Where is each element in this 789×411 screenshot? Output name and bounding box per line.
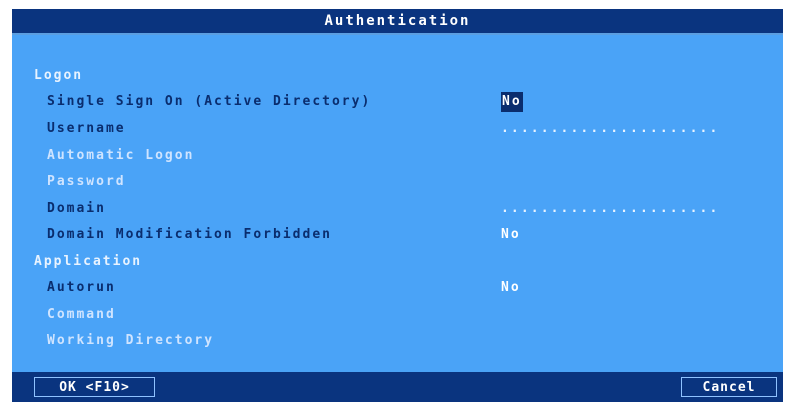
password-label: Password (47, 174, 126, 189)
username-label: Username (47, 121, 126, 136)
dialog-title: Authentication (12, 9, 783, 35)
automatic-logon-label: Automatic Logon (47, 148, 195, 163)
domain-field[interactable]: ...................... (501, 198, 719, 220)
username-row[interactable]: Username ...................... (12, 118, 783, 140)
working-directory-row: Working Directory (12, 330, 783, 352)
application-section-row: Application (12, 251, 783, 273)
domain-modification-forbidden-row[interactable]: Domain Modification Forbidden No (12, 224, 783, 246)
single-sign-on-label: Single Sign On (Active Directory) (47, 94, 372, 109)
authentication-dialog: Authentication Logon Single Sign On (Act… (12, 9, 783, 402)
dialog-button-bar: OK <F10> Cancel (12, 372, 783, 402)
single-sign-on-value[interactable]: No (501, 92, 523, 112)
domain-modification-forbidden-value[interactable]: No (501, 224, 521, 246)
working-directory-label: Working Directory (47, 333, 215, 348)
username-field[interactable]: ...................... (501, 118, 719, 140)
password-row: Password (12, 171, 783, 193)
command-label: Command (47, 307, 116, 322)
command-row: Command (12, 304, 783, 326)
ok-button[interactable]: OK <F10> (34, 377, 155, 397)
autorun-label: Autorun (47, 280, 116, 295)
automatic-logon-row: Automatic Logon (12, 145, 783, 167)
autorun-row[interactable]: Autorun No (12, 277, 783, 299)
logon-section-label: Logon (34, 68, 84, 83)
domain-modification-forbidden-label: Domain Modification Forbidden (47, 227, 332, 242)
logon-section-row: Logon (12, 65, 783, 87)
domain-label: Domain (47, 201, 106, 216)
single-sign-on-row[interactable]: Single Sign On (Active Directory) No (12, 91, 783, 113)
application-section-label: Application (34, 254, 143, 269)
domain-row[interactable]: Domain ...................... (12, 198, 783, 220)
autorun-value[interactable]: No (501, 277, 521, 299)
cancel-button[interactable]: Cancel (681, 377, 777, 397)
